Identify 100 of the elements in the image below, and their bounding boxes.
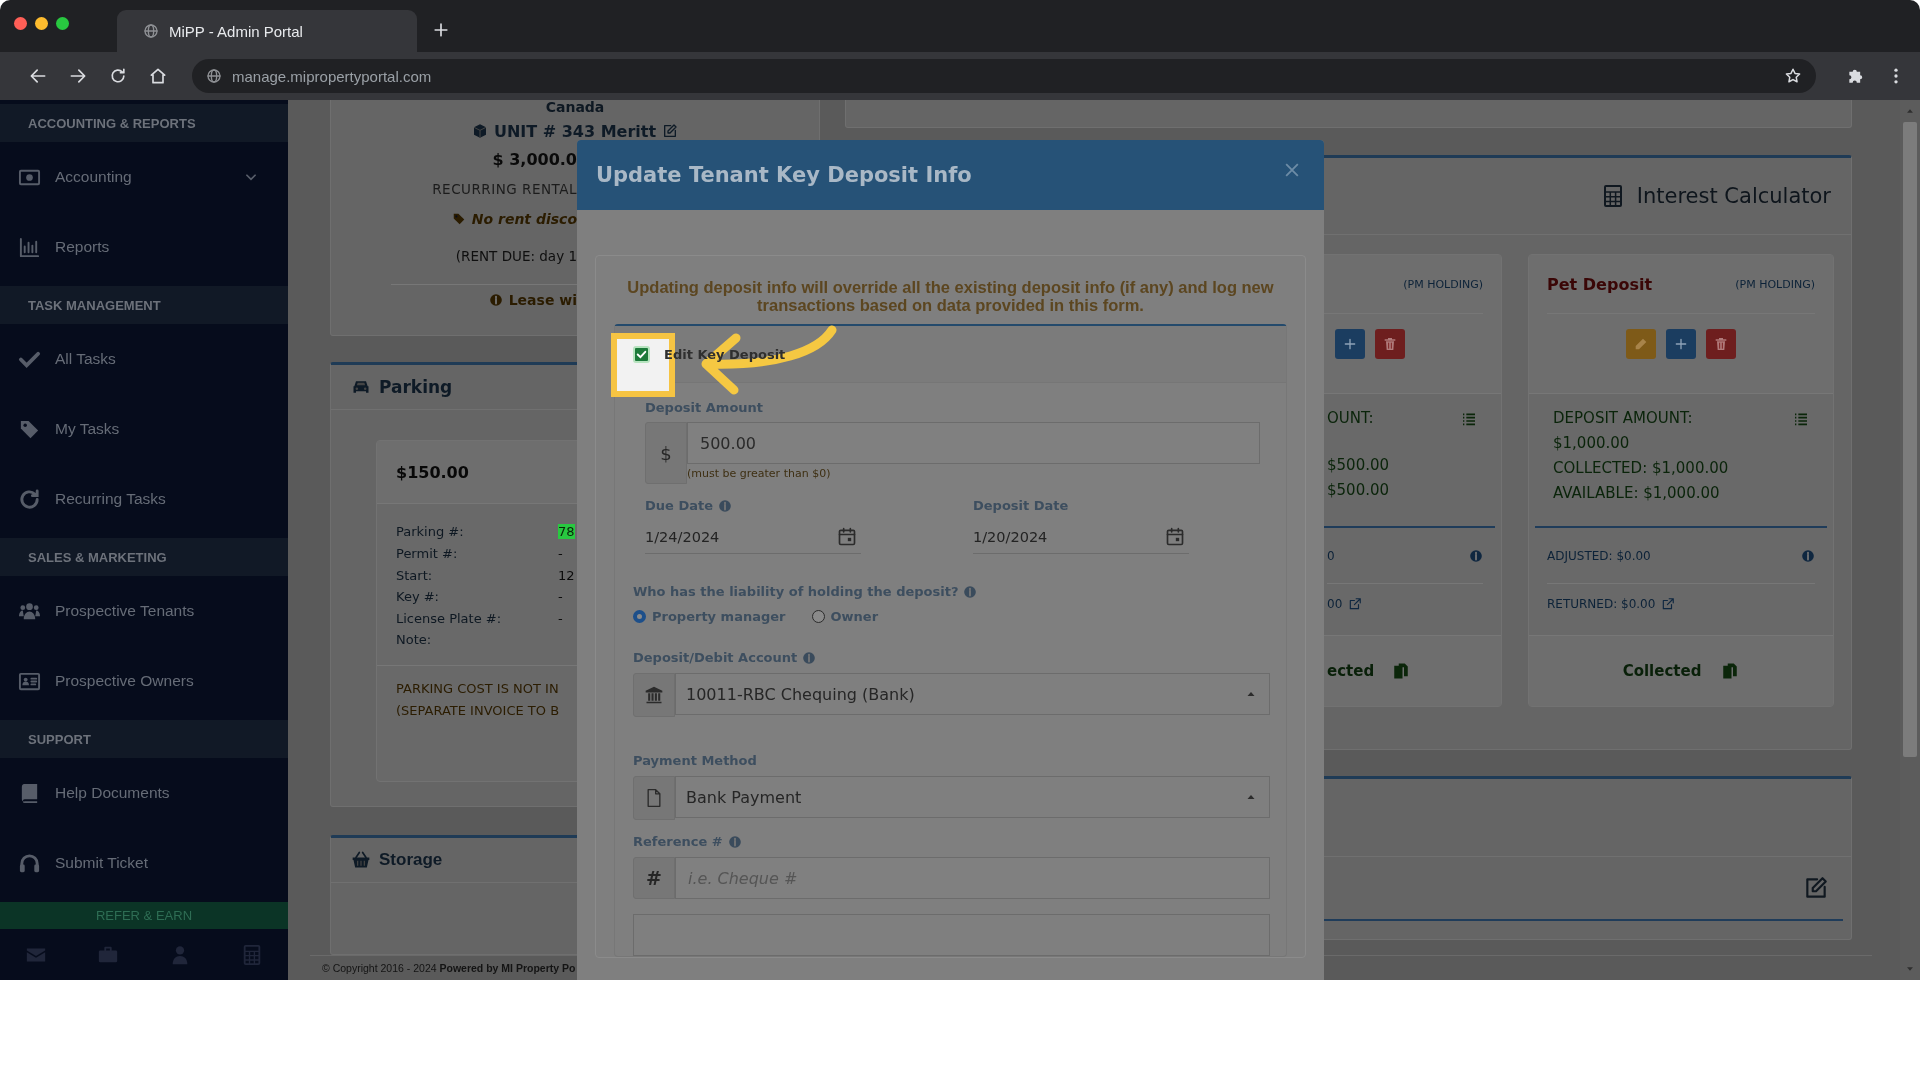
plus-icon (1342, 336, 1358, 352)
field-value: 12 (558, 567, 575, 583)
payment-method-select[interactable]: Bank Payment (675, 776, 1270, 818)
delete-button[interactable] (1706, 329, 1736, 359)
field-label: Payment Method (633, 753, 757, 768)
section-title: Parking (379, 377, 453, 397)
forward-icon[interactable] (68, 66, 88, 86)
close-window-control[interactable] (14, 16, 27, 30)
amount-line: $500.00 (1327, 455, 1391, 476)
pencil-icon (1633, 336, 1649, 352)
status-text: ected (1327, 662, 1375, 680)
returned-amount: 00 (1327, 597, 1343, 611)
trash-icon (1713, 336, 1729, 352)
holding-label: (PM HOLDING) (1403, 277, 1483, 291)
returned-amount: RETURNED: $0.00 (1547, 597, 1656, 611)
sidebar-item[interactable]: Recurring Tasks (0, 464, 288, 534)
amount-line: $1,000.00 (1553, 433, 1631, 454)
holding-label: (PM HOLDING) (1735, 277, 1815, 291)
bookmark-star-icon[interactable] (1784, 67, 1802, 85)
sidebar-section-header: ACCOUNTING & REPORTS (0, 104, 288, 142)
field-label: Parking #: (396, 524, 465, 540)
reload-icon[interactable] (108, 66, 128, 86)
copy-icon[interactable] (1721, 662, 1740, 680)
info-icon[interactable] (1469, 548, 1483, 563)
field-value: - (558, 545, 563, 561)
unit-title: UNIT # 343 Meritt (493, 121, 657, 141)
external-link-icon[interactable] (1348, 597, 1363, 611)
location-text: Canada (545, 100, 605, 114)
info-icon[interactable] (1801, 548, 1815, 563)
amount-label: DEPOSIT AMOUNT: (1553, 408, 1693, 429)
bar-chart-icon (18, 235, 41, 259)
warning-text: Updating deposit info will override all the existing deposit info (if any) and log new transactions based on data provided in this form. (626, 278, 1275, 314)
sidebar-item[interactable]: My Tasks (0, 394, 288, 464)
sidebar-section-header: SALES & MARKETING (0, 538, 288, 576)
delete-button[interactable] (1375, 329, 1405, 359)
radio-button[interactable] (633, 610, 646, 623)
info-icon (488, 293, 503, 307)
back-icon[interactable] (28, 66, 48, 86)
scrollbar-thumb[interactable] (1903, 122, 1917, 757)
sidebar-item[interactable]: Reports (0, 212, 288, 282)
discount-note: No rent disco (471, 211, 577, 227)
external-link-icon[interactable] (1661, 597, 1676, 611)
amount-line: COLLECTED: $1,000.00 (1553, 458, 1730, 479)
minimize-window-control[interactable] (35, 16, 48, 30)
account-select[interactable]: 10011-RBC Chequing (Bank) (675, 673, 1270, 715)
basket-icon (351, 850, 371, 870)
edit-button[interactable] (1626, 329, 1656, 359)
status-text: Collected (1622, 662, 1702, 680)
section-title: Storage (379, 850, 443, 870)
field-label: Due Date (645, 498, 713, 513)
hash-addon: # (633, 857, 675, 899)
edit-icon[interactable] (662, 123, 679, 139)
sidebar-item[interactable]: Prospective Tenants (0, 576, 288, 646)
info-icon[interactable] (963, 584, 978, 599)
calendar-icon[interactable] (837, 527, 857, 547)
copyright-text: © Copyright 2016 - 2024 Powered by MI Property Po (322, 962, 576, 974)
add-button[interactable] (1335, 329, 1365, 359)
amount-line: $500.00 (1327, 480, 1391, 501)
sidebar-section-header: SUPPORT (0, 720, 288, 758)
radio-label[interactable]: Owner (830, 609, 879, 624)
interest-calculator-link[interactable]: Interest Calculator (1636, 184, 1831, 208)
amount-line: AVAILABLE: $1,000.00 (1553, 483, 1721, 504)
sidebar-item[interactable]: Submit Ticket (0, 828, 288, 898)
info-icon[interactable] (727, 834, 742, 849)
sidebar-item[interactable]: Accounting (0, 142, 288, 212)
refresh-icon (18, 487, 41, 511)
field-label: Deposit Amount (645, 400, 764, 415)
adjusted-amount: ADJUSTED: $0.00 (1547, 548, 1651, 563)
home-icon[interactable] (148, 66, 168, 86)
edit-icon[interactable] (1803, 875, 1829, 901)
refer-button[interactable]: REFER & EARN (0, 902, 288, 929)
maximize-window-control[interactable] (56, 16, 69, 30)
add-button[interactable] (1666, 329, 1696, 359)
sidebar-item[interactable]: All Tasks (0, 324, 288, 394)
field-label: Key #: (396, 589, 440, 605)
globe-icon (143, 23, 159, 39)
plus-icon (1673, 336, 1689, 352)
info-icon[interactable] (718, 498, 732, 513)
amount-input[interactable]: 500.00 (687, 422, 1260, 464)
info-icon[interactable] (802, 650, 817, 665)
date-field[interactable]: 1/20/2024 (973, 521, 1189, 554)
date-field[interactable]: 1/24/2024 (645, 521, 861, 554)
trash-icon (1382, 336, 1398, 352)
tag-icon (451, 212, 466, 226)
radio-button[interactable] (811, 610, 825, 623)
browser-tab[interactable]: MiPP - Admin Portal (117, 10, 417, 52)
sidebar-item[interactable]: Prospective Owners (0, 646, 288, 716)
input-field[interactable] (633, 914, 1270, 956)
calendar-icon[interactable] (1165, 527, 1185, 547)
copy-icon[interactable] (1392, 662, 1411, 680)
parking-notice-line: PARKING COST IS NOT IN (396, 679, 559, 698)
radio-label[interactable]: Property manager (652, 609, 786, 624)
bank-icon (644, 685, 664, 705)
address-bar[interactable]: manage.mipropertyportal.com (192, 59, 1816, 93)
field-label: Deposit/Debit Account (633, 650, 798, 665)
globe-icon (206, 68, 222, 84)
cube-icon (471, 123, 488, 139)
sidebar-item[interactable]: Help Documents (0, 758, 288, 828)
currency-addon: $ (645, 422, 687, 484)
field-label: Reference # (633, 834, 723, 849)
